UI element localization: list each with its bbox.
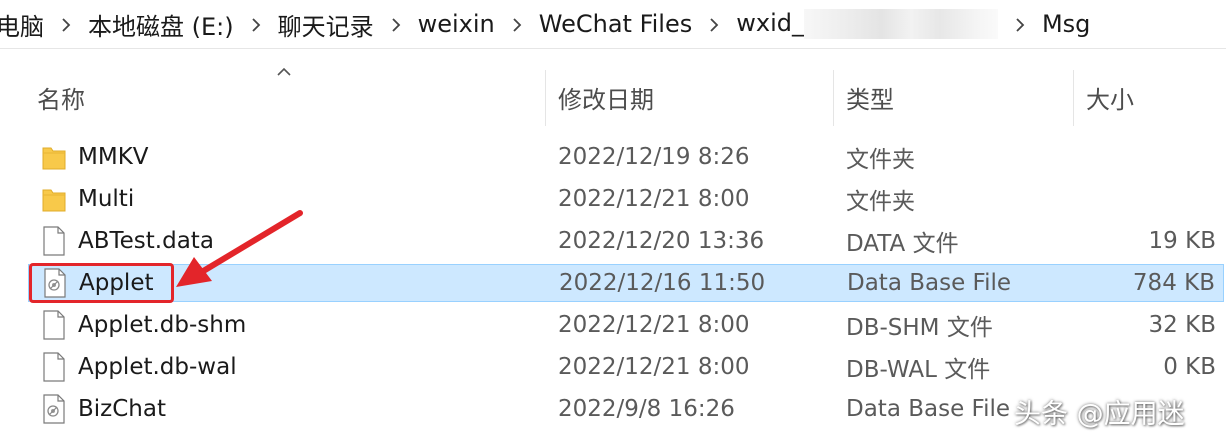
file-row[interactable]: ABTest.data 2022/12/20 13:36 DATA 文件 19 … xyxy=(28,222,1224,260)
chevron-right-icon[interactable] xyxy=(376,10,416,38)
database-file-icon xyxy=(43,268,67,298)
file-name: ABTest.data xyxy=(78,228,214,254)
sort-ascending-icon xyxy=(276,62,292,81)
breadcrumb-item-drive[interactable]: 本地磁盘 (E:) xyxy=(86,7,236,42)
file-type: 文件夹 xyxy=(846,147,915,173)
file-row[interactable]: Applet.db-shm 2022/12/21 8:00 DB-SHM 文件 … xyxy=(28,306,1224,344)
breadcrumb-item-computer[interactable]: 电脑 xyxy=(0,7,46,42)
file-icon xyxy=(42,226,66,256)
folder-icon xyxy=(42,142,66,172)
chevron-right-icon[interactable] xyxy=(236,10,276,38)
file-type: DB-WAL 文件 xyxy=(846,357,991,383)
file-name: Applet xyxy=(79,270,154,296)
column-header-date[interactable]: 修改日期 xyxy=(558,80,654,115)
file-name: BizChat xyxy=(78,396,166,422)
chevron-right-icon[interactable] xyxy=(694,10,734,38)
file-type: Data Base File xyxy=(846,396,1011,422)
file-name: Multi xyxy=(78,186,135,212)
file-icon xyxy=(42,310,66,340)
file-explorer-window: 电脑 本地磁盘 (E:) 聊天记录 weixin WeChat Files wx… xyxy=(0,0,1226,434)
file-size: 19 KB xyxy=(1148,228,1216,254)
breadcrumb-item-wxid[interactable]: wxid_ xyxy=(734,9,1000,39)
file-name: MMKV xyxy=(78,144,149,170)
breadcrumb-item-chat-records[interactable]: 聊天记录 xyxy=(276,7,376,42)
breadcrumb-item-msg[interactable]: Msg xyxy=(1040,10,1092,38)
breadcrumb: 电脑 本地磁盘 (E:) 聊天记录 weixin WeChat Files wx… xyxy=(0,0,1226,48)
address-bar-border xyxy=(0,48,1226,49)
file-row[interactable]: Applet.db-wal 2022/12/21 8:00 DB-WAL 文件 … xyxy=(28,348,1224,386)
file-type: DB-SHM 文件 xyxy=(846,315,993,341)
breadcrumb-item-weixin[interactable]: weixin xyxy=(416,10,497,38)
chevron-right-icon[interactable] xyxy=(497,10,537,38)
file-size: 0 KB xyxy=(1163,354,1216,380)
column-header-name[interactable]: 名称 xyxy=(37,80,85,115)
database-file-icon xyxy=(42,394,66,424)
watermark-text: 头条 @应用迷 xyxy=(1014,399,1185,430)
redacted-blur xyxy=(803,9,998,39)
breadcrumb-item-wechat-files[interactable]: WeChat Files xyxy=(537,10,694,38)
file-size: 784 KB xyxy=(1132,270,1215,296)
chevron-right-icon[interactable] xyxy=(1000,10,1040,38)
file-icon xyxy=(42,352,66,382)
chevron-right-icon[interactable] xyxy=(46,10,86,38)
file-row[interactable]: Multi 2022/12/21 8:00 文件夹 xyxy=(28,180,1224,218)
column-divider[interactable] xyxy=(833,70,834,126)
file-name: Applet.db-shm xyxy=(78,312,247,338)
file-date: 2022/12/21 8:00 xyxy=(558,312,750,338)
file-date: 2022/12/16 11:50 xyxy=(559,270,766,296)
file-row[interactable]: MMKV 2022/12/19 8:26 文件夹 xyxy=(28,138,1224,176)
file-row-selected[interactable]: Applet 2022/12/16 11:50 Data Base File 7… xyxy=(28,264,1224,302)
file-date: 2022/12/19 8:26 xyxy=(558,144,750,170)
file-date: 2022/12/21 8:00 xyxy=(558,354,750,380)
file-size: 32 KB xyxy=(1148,312,1216,338)
column-header-size[interactable]: 大小 xyxy=(1086,80,1134,115)
file-type: DATA 文件 xyxy=(846,231,959,257)
file-type: 文件夹 xyxy=(846,189,915,215)
file-name: Applet.db-wal xyxy=(78,354,237,380)
file-date: 2022/12/20 13:36 xyxy=(558,228,765,254)
column-header-type[interactable]: 类型 xyxy=(846,80,894,115)
column-divider[interactable] xyxy=(545,70,546,126)
file-date: 2022/12/21 8:00 xyxy=(558,186,750,212)
file-date: 2022/9/8 16:26 xyxy=(558,396,735,422)
file-type: Data Base File xyxy=(847,270,1012,296)
folder-icon xyxy=(42,184,66,214)
column-divider[interactable] xyxy=(1073,70,1074,126)
column-header: 名称 修改日期 类型 大小 xyxy=(0,62,1226,126)
breadcrumb-wxid-label: wxid_ xyxy=(736,9,804,37)
